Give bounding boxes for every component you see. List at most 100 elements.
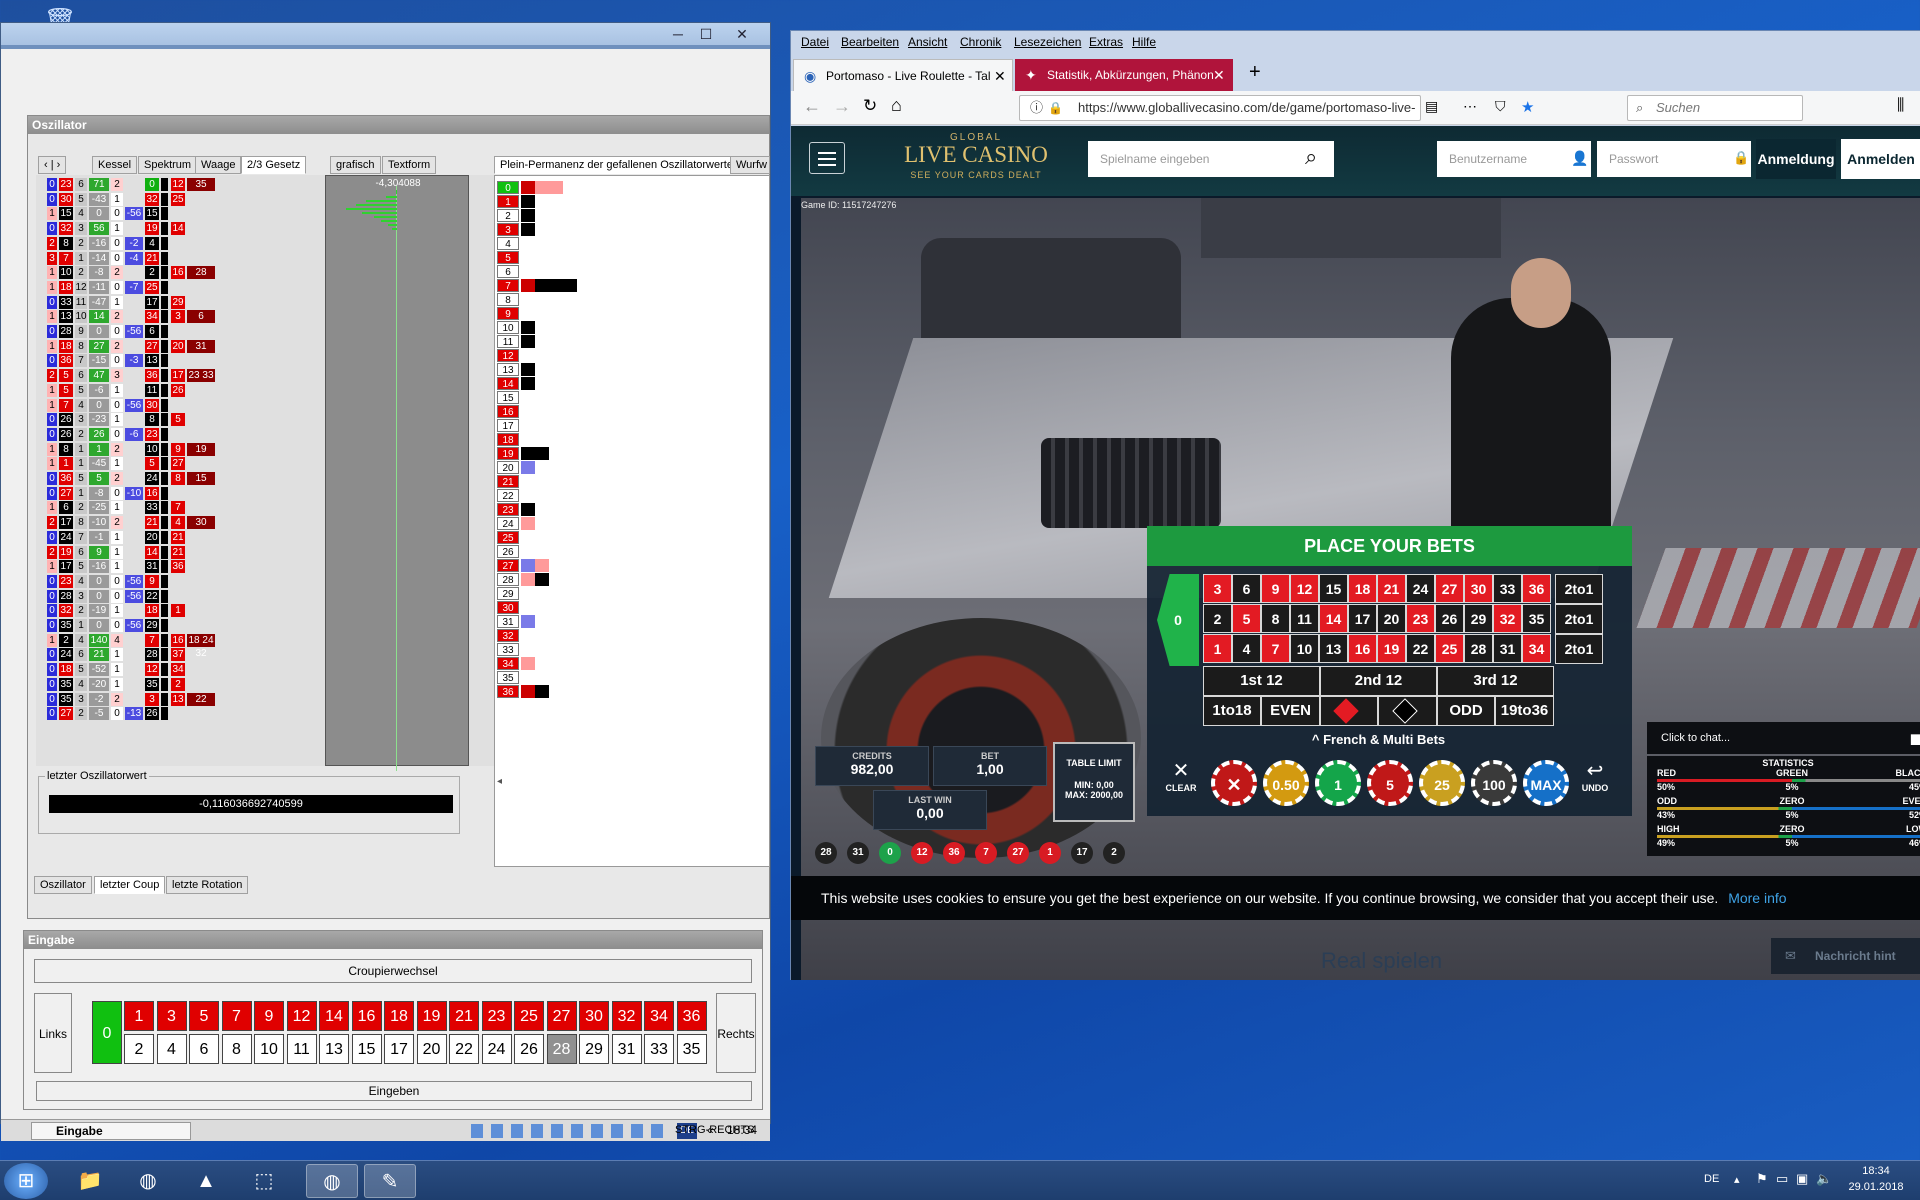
volume-icon[interactable]: 🔈 (1816, 1171, 1832, 1187)
number-key-32[interactable]: 32 (611, 1001, 642, 1031)
minimize-button[interactable]: ─ (665, 25, 691, 43)
number-key-0[interactable]: 0 (92, 1001, 122, 1064)
chat-box[interactable]: Click to chat... ▆ (1647, 722, 1920, 754)
url-bar[interactable]: ⓘ 🔒 https://www.globallivecasino.com/de/… (1019, 95, 1421, 121)
clock-date[interactable]: 29.01.2018 (1838, 1181, 1914, 1193)
pocket-icon[interactable]: ⛉ (1495, 98, 1506, 115)
number-key-29[interactable]: 29 (579, 1034, 609, 1064)
bet-number-26[interactable]: 26 (1435, 604, 1464, 633)
tray-network-icon[interactable]: ▭ (1776, 1171, 1788, 1187)
number-key-9[interactable]: 9 (254, 1001, 284, 1031)
bet-odd[interactable]: ODD (1437, 696, 1495, 726)
number-key-21[interactable]: 21 (449, 1001, 479, 1031)
bet-number-10[interactable]: 10 (1290, 634, 1319, 663)
number-key-3[interactable]: 3 (156, 1001, 187, 1031)
game-search-input[interactable]: Spielname eingeben (1088, 141, 1334, 177)
logo-live-casino[interactable]: LIVE CASINO (891, 142, 1061, 168)
number-key-24[interactable]: 24 (481, 1034, 512, 1064)
bet-number-23[interactable]: 23 (1406, 604, 1435, 633)
chip-remove[interactable]: ✕ (1211, 760, 1257, 806)
number-key-6[interactable]: 6 (189, 1034, 219, 1064)
number-key-31[interactable]: 31 (611, 1034, 642, 1064)
dozen-bet-3[interactable]: 3rd 12 (1437, 666, 1554, 696)
bet-black[interactable] (1378, 696, 1437, 726)
clock-time[interactable]: 18:34 (1838, 1165, 1914, 1177)
bet-number-5[interactable]: 5 (1232, 604, 1261, 633)
tab-zwei-drittel-gesetz[interactable]: 2/3 Gesetz (241, 156, 307, 174)
number-key-33[interactable]: 33 (644, 1034, 674, 1064)
links-button[interactable]: Links (34, 993, 72, 1073)
bet-number-33[interactable]: 33 (1493, 574, 1522, 603)
number-key-10[interactable]: 10 (254, 1034, 284, 1064)
bet-number-36[interactable]: 36 (1522, 574, 1551, 603)
tab-portomaso[interactable]: ◉ Portomaso - Live Roulette - Tal ✕ (793, 59, 1013, 91)
number-key-11[interactable]: 11 (286, 1034, 317, 1064)
window-titlebar[interactable]: ─ ☐ ✕ (1, 23, 770, 45)
tab-kessel[interactable]: Kessel (92, 156, 138, 174)
chip-25[interactable]: 25 (1419, 760, 1465, 806)
bet-number-32[interactable]: 32 (1493, 604, 1522, 633)
reader-view-icon[interactable]: ▤ (1425, 98, 1438, 115)
reload-icon[interactable]: ↻ (863, 96, 877, 116)
anmelden-button[interactable]: Anmelden (1841, 139, 1920, 179)
number-key-7[interactable]: 7 (221, 1001, 252, 1031)
bet-red[interactable] (1320, 696, 1378, 726)
bet-number-14[interactable]: 14 (1319, 604, 1348, 633)
inner-task-eingabe[interactable]: Eingabe (31, 1122, 191, 1140)
menu-hilfe[interactable]: Hilfe (1132, 35, 1156, 49)
number-key-35[interactable]: 35 (676, 1034, 707, 1064)
column-bet-3[interactable]: 2to1 (1555, 634, 1603, 664)
menu-extras[interactable]: Extras (1089, 35, 1123, 49)
number-key-17[interactable]: 17 (384, 1034, 414, 1064)
bet-number-22[interactable]: 22 (1406, 634, 1435, 663)
explorer-icon[interactable]: 📁 (64, 1164, 116, 1198)
home-icon[interactable]: ⌂ (891, 95, 902, 116)
croupierwechsel-button[interactable]: Croupierwechsel (34, 959, 752, 983)
number-key-1[interactable]: 1 (124, 1001, 154, 1031)
tray-flag-icon[interactable]: ⚑ (1756, 1171, 1768, 1187)
bet-zero[interactable]: 0 (1157, 574, 1199, 666)
menu-ansicht[interactable]: Ansicht (908, 35, 947, 49)
eingeben-button[interactable]: Eingeben (36, 1081, 752, 1101)
bet-number-3[interactable]: 3 (1203, 574, 1232, 603)
menu-bearbeiten[interactable]: Bearbeiten (841, 35, 899, 49)
search-icon[interactable]: ⌕ (1305, 144, 1317, 170)
number-key-2[interactable]: 2 (124, 1034, 154, 1064)
bet-number-17[interactable]: 17 (1348, 604, 1377, 633)
start-button[interactable]: ⊞ (4, 1163, 48, 1199)
firefox-active-icon[interactable]: ◍ (306, 1164, 358, 1198)
roulette-app-icon[interactable]: ✎ (364, 1164, 416, 1198)
back-icon[interactable]: ← (803, 96, 821, 117)
tray-monitor-icon[interactable]: ▣ (1796, 1171, 1808, 1187)
chat-icon[interactable]: ▆ (1911, 722, 1920, 754)
bet-number-8[interactable]: 8 (1261, 604, 1290, 633)
bet-number-7[interactable]: 7 (1261, 634, 1290, 663)
bet-number-6[interactable]: 6 (1232, 574, 1261, 603)
undo-button[interactable]: ↩ UNDO (1573, 758, 1617, 806)
bookmark-star-icon[interactable]: ★ (1521, 98, 1534, 116)
bet-number-31[interactable]: 31 (1493, 634, 1522, 663)
bet-even[interactable]: EVEN (1261, 696, 1320, 726)
clear-button[interactable]: ✕ CLEAR (1161, 758, 1201, 806)
bet-number-21[interactable]: 21 (1377, 574, 1406, 603)
bet-19-to-36[interactable]: 19to36 (1495, 696, 1554, 726)
number-key-4[interactable]: 4 (156, 1034, 187, 1064)
bet-number-29[interactable]: 29 (1464, 604, 1493, 633)
number-key-28[interactable]: 28 (546, 1034, 577, 1064)
vlc-icon[interactable]: ▲ (180, 1164, 232, 1198)
bet-number-19[interactable]: 19 (1377, 634, 1406, 663)
tab-plein-permanenz[interactable]: Plein-Permanenz der gefallenen Oszillato… (494, 156, 739, 174)
number-key-19[interactable]: 19 (416, 1001, 447, 1031)
scroll-left-icon[interactable]: ◂ (497, 776, 502, 787)
bet-number-35[interactable]: 35 (1522, 604, 1551, 633)
number-key-27[interactable]: 27 (546, 1001, 577, 1031)
tab-letzter-coup[interactable]: letzter Coup (94, 876, 166, 894)
bet-number-1[interactable]: 1 (1203, 634, 1232, 663)
username-input[interactable]: Benutzername (1437, 141, 1591, 177)
chip-100[interactable]: 100 (1471, 760, 1517, 806)
real-play-label[interactable]: Real spielen (1321, 948, 1442, 974)
bet-number-25[interactable]: 25 (1435, 634, 1464, 663)
library-icon[interactable]: ⫼ (1897, 97, 1904, 115)
tray-expand-icon[interactable]: ▴ (1734, 1173, 1740, 1186)
firefox-icon[interactable]: ◍ (122, 1164, 174, 1198)
